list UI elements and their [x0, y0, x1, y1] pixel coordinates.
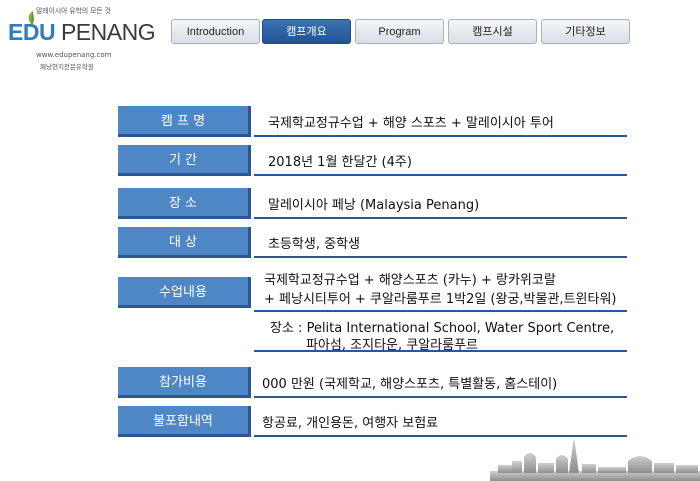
location-text: 말레이시아 페낭 (Malaysia Penang)	[268, 198, 480, 213]
target-label: 대 상	[118, 227, 251, 258]
tab-program[interactable]: Program	[355, 19, 444, 44]
period-text: 2018년 1월 한달간 (4주)	[268, 155, 412, 170]
cost-value: 000 만원 (국제학교, 해양스포츠, 특별활동, 홈스테이)	[254, 367, 627, 398]
period-label: 기 간	[118, 145, 251, 176]
not-included-label: 불포함내역	[118, 406, 251, 437]
tab-camp-overview[interactable]: 캠프개요	[262, 19, 351, 44]
target-text: 초등학생, 중학생	[268, 237, 360, 252]
locations-note: 장소 : Pelita International School, Water …	[254, 316, 627, 353]
curriculum-value: 국제학교정규수업 + 해양스포츠 (카누) + 랑카위코랄 + 페낭시티투어 +…	[254, 266, 627, 312]
location-label: 장 소	[118, 188, 251, 219]
camp-name-value: 국제학교정규수업 + 해양 스포츠 + 말레이시아 투어	[254, 106, 627, 137]
period-value: 2018년 1월 한달간 (4주)	[254, 145, 627, 176]
city-skyline-illustration	[490, 437, 700, 481]
not-included-text: 항공료, 개인용돈, 여행자 보험료	[262, 416, 439, 431]
logo-subtitle: 페낭현지전문유학원	[40, 63, 94, 71]
logo-brand: EDU PENANG	[8, 18, 156, 46]
edupenang-logo[interactable]: 말레이시아 유학의 모든 것 EDU PENANG www.edupenang.…	[6, 6, 156, 78]
curriculum-label: 수업내용	[118, 277, 251, 308]
logo-brand-penang: PENANG	[60, 19, 156, 45]
tab-introduction[interactable]: Introduction	[171, 19, 260, 44]
logo-url: www.edupenang.com	[36, 51, 112, 59]
target-value: 초등학생, 중학생	[254, 227, 627, 258]
camp-name-label: 캠 프 명	[118, 106, 251, 137]
logo-brand-edu: EDU	[8, 19, 56, 45]
cost-label: 참가비용	[118, 367, 251, 398]
cost-text: 000 만원 (국제학교, 해양스포츠, 특별활동, 홈스테이)	[262, 377, 558, 392]
curriculum-line1: 국제학교정규수업 + 해양스포츠 (카누) + 랑카위코랄	[264, 273, 556, 288]
curriculum-line2: + 페낭시티투어 + 쿠알라룸푸르 1박2일 (왕궁,박물관,트윈타워)	[264, 292, 617, 307]
location-value: 말레이시아 페낭 (Malaysia Penang)	[254, 188, 627, 219]
locations-note-line2: 파아섬, 조지타운, 쿠알라룸푸르	[306, 338, 479, 353]
logo-tagline: 말레이시아 유학의 모든 것	[36, 7, 111, 15]
tab-camp-facilities[interactable]: 캠프시설	[448, 19, 537, 44]
tab-other-info[interactable]: 기타정보	[541, 19, 630, 44]
camp-name-text: 국제학교정규수업 + 해양 스포츠 + 말레이시아 투어	[268, 116, 554, 131]
